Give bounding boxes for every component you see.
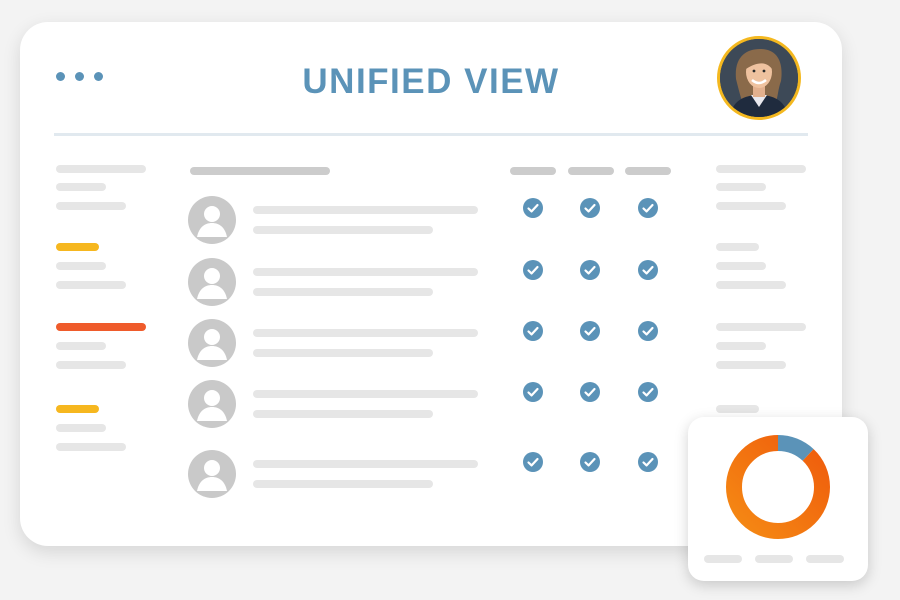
sidebar-placeholder-line: [56, 424, 106, 432]
check-circle-icon[interactable]: [638, 260, 658, 280]
row-placeholder-line: [253, 288, 433, 296]
row-placeholder-line: [253, 329, 478, 337]
right-placeholder-line: [716, 262, 766, 270]
check-circle-icon[interactable]: [523, 260, 543, 280]
check-circle-icon[interactable]: [580, 198, 600, 218]
right-placeholder-line: [716, 243, 759, 251]
sidebar-placeholder-line: [56, 361, 126, 369]
check-circle-icon[interactable]: [580, 452, 600, 472]
right-placeholder-line: [716, 281, 786, 289]
check-circle-icon[interactable]: [523, 198, 543, 218]
check-circle-icon[interactable]: [580, 260, 600, 280]
right-placeholder-line: [716, 183, 766, 191]
sidebar-placeholder-line: [56, 281, 126, 289]
right-placeholder-line: [716, 342, 766, 350]
check-circle-icon[interactable]: [523, 321, 543, 341]
check-circle-icon[interactable]: [638, 382, 658, 402]
sidebar-marker-yellow: [56, 405, 99, 413]
row-placeholder-line: [253, 460, 478, 468]
row-placeholder-line: [253, 480, 433, 488]
chart-card: [688, 417, 868, 581]
sidebar-marker-yellow: [56, 243, 99, 251]
header-divider: [54, 133, 808, 136]
right-placeholder-line: [716, 202, 786, 210]
check-circle-icon[interactable]: [638, 321, 658, 341]
right-placeholder-line: [716, 405, 759, 413]
row-placeholder-line: [253, 268, 478, 276]
donut-slice-1: [726, 435, 830, 539]
person-icon: [188, 196, 236, 244]
row-placeholder-line: [253, 390, 478, 398]
right-placeholder-line: [716, 323, 806, 331]
row-placeholder-line: [253, 226, 433, 234]
person-icon: [188, 319, 236, 367]
sidebar-placeholder-line: [56, 165, 146, 173]
person-icon: [188, 450, 236, 498]
column-header-placeholder: [190, 167, 330, 175]
check-circle-icon[interactable]: [638, 198, 658, 218]
check-circle-icon[interactable]: [638, 452, 658, 472]
check-circle-icon[interactable]: [580, 321, 600, 341]
row-placeholder-line: [253, 349, 433, 357]
row-placeholder-line: [253, 206, 478, 214]
legend-placeholder: [806, 555, 844, 563]
sidebar-placeholder-line: [56, 443, 126, 451]
sidebar-marker-orange: [56, 323, 146, 331]
avatar[interactable]: [717, 36, 801, 120]
sidebar-placeholder-line: [56, 342, 106, 350]
right-placeholder-line: [716, 361, 786, 369]
legend-placeholder: [755, 555, 793, 563]
check-circle-icon[interactable]: [523, 452, 543, 472]
sidebar-placeholder-line: [56, 183, 106, 191]
column-header-placeholder: [510, 167, 556, 175]
legend-placeholder: [704, 555, 742, 563]
check-circle-icon[interactable]: [580, 382, 600, 402]
user-photo: [720, 39, 798, 117]
person-icon: [188, 258, 236, 306]
donut-chart: [726, 435, 830, 539]
right-placeholder-line: [716, 165, 806, 173]
sidebar-placeholder-line: [56, 202, 126, 210]
check-circle-icon[interactable]: [523, 382, 543, 402]
sidebar-placeholder-line: [56, 262, 106, 270]
person-icon: [188, 380, 236, 428]
row-placeholder-line: [253, 410, 433, 418]
column-header-placeholder: [625, 167, 671, 175]
column-header-placeholder: [568, 167, 614, 175]
